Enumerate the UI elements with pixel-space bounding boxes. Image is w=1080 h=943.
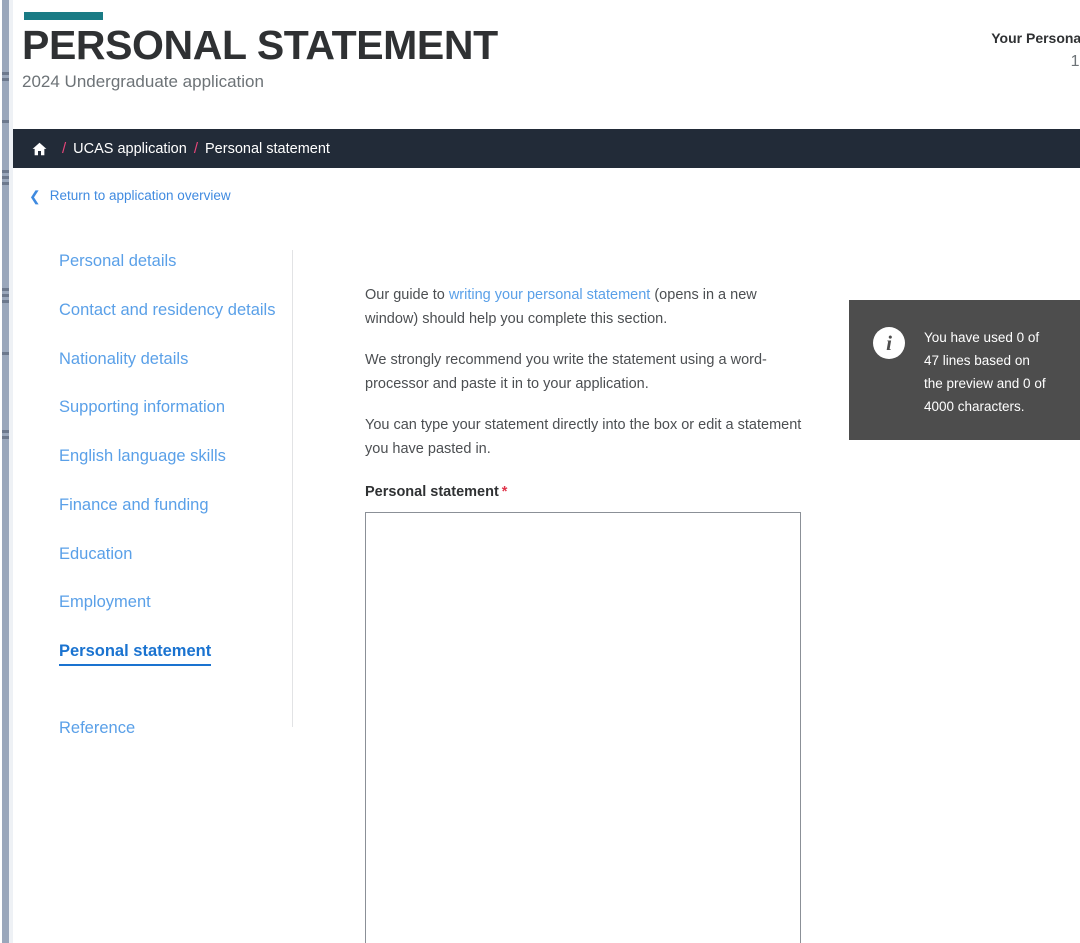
personal-statement-textarea[interactable] [365,512,801,943]
breadcrumb: / UCAS application / Personal statement [13,129,1080,168]
page-header: PERSONAL STATEMENT 2024 Undergraduate ap… [13,0,1080,128]
home-icon[interactable] [32,142,47,156]
application-page: PERSONAL STATEMENT 2024 Undergraduate ap… [13,0,1080,943]
personal-id-block: Your Personal ID nu 180415 [904,30,1080,71]
breadcrumb-item-ucas-application[interactable]: UCAS application [73,141,187,157]
guide-text-before: Our guide to [365,287,449,303]
guide-paragraph: Our guide to writing your personal state… [365,283,805,331]
background-page-edge [0,0,13,943]
recommendation-paragraph: We strongly recommend you write the stat… [365,352,767,392]
writing-personal-statement-link[interactable]: writing your personal statement [449,287,651,303]
sidebar-item-personal-statement[interactable]: Personal statement [59,640,212,667]
content-area: Personal details Contact and residency d… [13,228,1080,943]
sidebar-item-education[interactable]: Education [59,543,292,565]
character-count-text: You have used 0 of 47 lines based on the… [924,330,1046,414]
sidebar-item-nationality-details[interactable]: Nationality details [59,348,292,370]
sidebar-item-finance-and-funding[interactable]: Finance and funding [59,494,292,516]
breadcrumb-separator-1: / [62,140,67,157]
personal-id-value: 180415 [1070,53,1080,70]
page-subtitle: 2024 Undergraduate application [22,72,264,91]
sidebar-item-employment[interactable]: Employment [59,591,292,613]
return-to-application-overview-link[interactable]: ❮ Return to application overview [29,188,231,203]
info-icon: i [873,327,905,359]
accent-bar [24,12,103,20]
sidebar-item-supporting-information[interactable]: Supporting information [59,396,292,418]
section-navigation: Personal details Contact and residency d… [59,250,292,766]
sidebar-divider [292,250,293,727]
breadcrumb-separator-2: / [193,140,198,157]
required-asterisk: * [501,484,508,500]
main-column: Our guide to writing your personal state… [365,283,805,943]
sidebar-item-personal-statement-wrapper: Personal statement [59,640,292,693]
character-count-info-panel: i You have used 0 of 47 lines based on t… [849,300,1080,440]
return-link-label: Return to application overview [49,188,231,203]
personal-statement-field-label: Personal statement * [365,484,805,500]
breadcrumb-item-personal-statement: Personal statement [205,140,330,157]
sidebar-item-english-language-skills[interactable]: English language skills [59,445,292,467]
sidebar-item-reference[interactable]: Reference [59,717,292,739]
page-title: PERSONAL STATEMENT [22,22,498,68]
sidebar-item-contact-and-residency-details[interactable]: Contact and residency details [59,299,292,321]
chevron-left-icon: ❮ [29,187,41,204]
background-page-sliver [2,0,9,943]
typing-instructions-paragraph: You can type your statement directly int… [365,417,802,457]
field-label-text: Personal statement [365,484,499,500]
sidebar-item-personal-details[interactable]: Personal details [59,250,292,272]
personal-id-label: Your Personal ID nu [991,30,1080,46]
